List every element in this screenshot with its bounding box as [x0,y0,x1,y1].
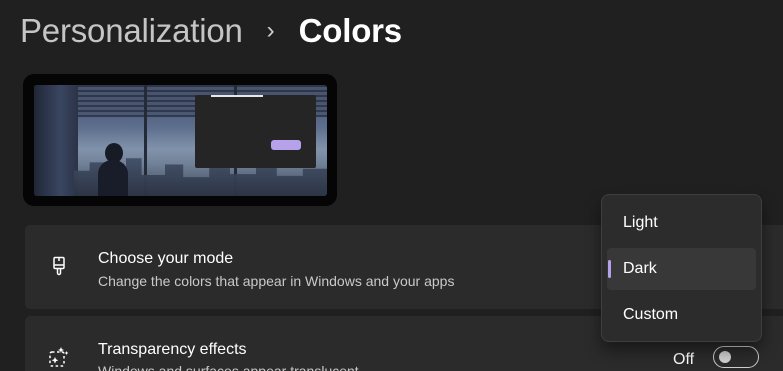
preview-app-window [195,95,316,168]
breadcrumb: Personalization › Colors [20,9,402,53]
page-title: Colors [298,12,403,49]
paintbrush-icon [47,255,71,279]
menu-item-label: Dark [623,260,657,277]
mode-dropdown-menu: Light Dark Custom [601,194,762,342]
transparency-icon [47,345,71,369]
menu-item-label: Light [623,214,658,231]
choose-mode-description: Change the colors that appear in Windows… [98,273,455,289]
transparency-description: Windows and surfaces appear translucent [98,363,359,371]
selection-indicator [608,260,611,278]
transparency-title: Transparency effects [98,341,247,358]
preview-title-bar [211,95,263,97]
menu-item-dark[interactable]: Dark [607,248,756,290]
preview-person-silhouette [96,143,130,196]
choose-mode-title: Choose your mode [98,250,234,267]
preview-curtain [34,85,78,196]
preview-accent-button [271,140,301,150]
menu-item-label: Custom [623,306,679,323]
toggle-knob [719,351,731,363]
transparency-toggle[interactable] [713,346,759,368]
menu-item-light[interactable]: Light [607,202,756,244]
transparency-state-label: Off [673,351,695,368]
colors-settings-page: Personalization › Colors Choose your mod… [0,0,783,371]
breadcrumb-personalization[interactable]: Personalization [20,12,243,50]
chevron-right-icon: › [266,17,275,44]
menu-item-custom[interactable]: Custom [607,294,756,336]
